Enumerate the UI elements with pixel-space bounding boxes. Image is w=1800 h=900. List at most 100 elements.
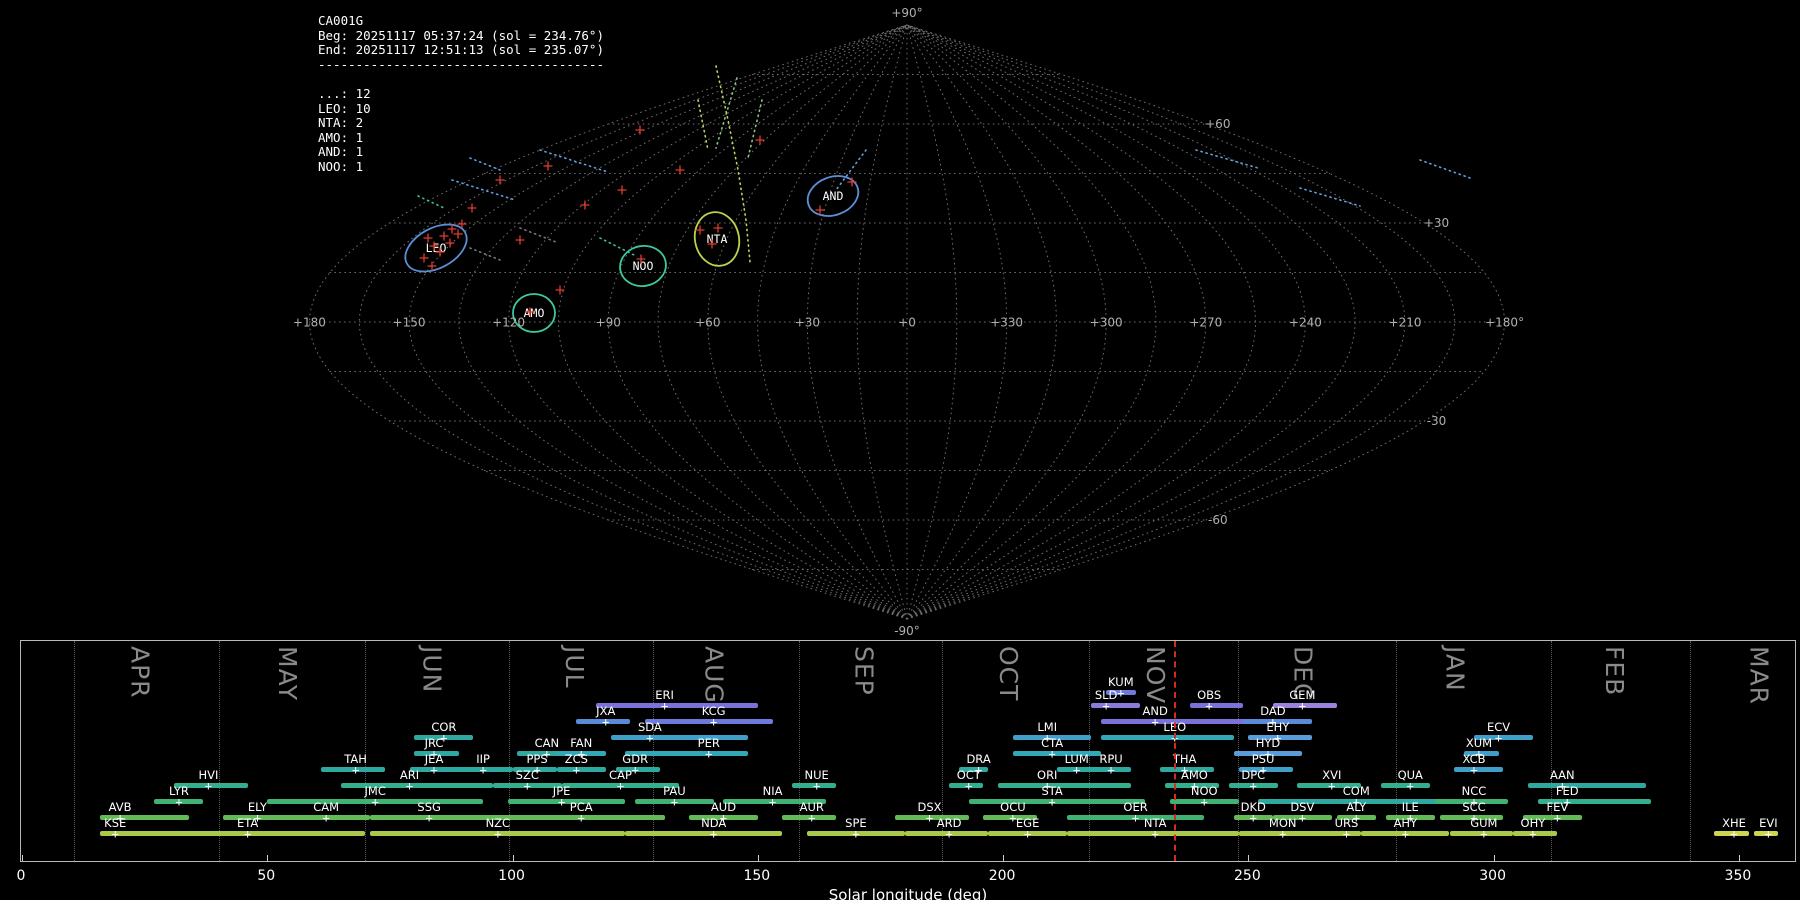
dec-axis-label: -30 bbox=[1427, 414, 1447, 428]
shower-code-label: FAN bbox=[570, 736, 593, 750]
shower-code-label: OBS bbox=[1197, 688, 1222, 702]
month-label: AUG bbox=[699, 646, 729, 704]
meteor-trail bbox=[451, 179, 516, 201]
shower-code-label: ILE bbox=[1401, 800, 1419, 814]
shower-code-label: JEA bbox=[424, 752, 444, 766]
shower-bar-NDA bbox=[625, 831, 783, 836]
x-axis-tick bbox=[757, 855, 759, 861]
month-gridline bbox=[798, 641, 800, 861]
shower-code-label: OCT bbox=[956, 768, 981, 782]
x-axis-title: Solar longitude (deg) bbox=[828, 886, 988, 900]
shower-code-label: OHY bbox=[1520, 816, 1546, 830]
shower-code-label: HYD bbox=[1255, 736, 1281, 750]
shower-code-label: AVB bbox=[108, 800, 132, 814]
meteor-trail bbox=[417, 195, 445, 209]
shower-code-label: AAN bbox=[1549, 768, 1575, 782]
x-axis-tick-label: 300 bbox=[1479, 868, 1507, 884]
month-gridline bbox=[1550, 641, 1552, 861]
shower-code-label: SDA bbox=[637, 720, 662, 734]
meteor-trail bbox=[519, 227, 557, 243]
shower-code-label: ORI bbox=[1037, 768, 1058, 782]
shower-code-label: ZCS bbox=[564, 752, 588, 766]
ra-axis-label: +180° bbox=[1485, 316, 1524, 330]
meteor-trail bbox=[469, 247, 501, 261]
shower-code-label: KSE bbox=[104, 816, 127, 830]
shower-code-label: THA bbox=[1172, 752, 1197, 766]
shower-code-label: XUM bbox=[1465, 736, 1493, 750]
shower-bar-STA bbox=[968, 799, 1146, 804]
shower-code-label: OER bbox=[1123, 800, 1148, 814]
x-axis-tick-label: 0 bbox=[16, 868, 26, 884]
shower-code-label: COR bbox=[431, 720, 457, 734]
shower-bar-CAM bbox=[291, 815, 371, 820]
shower-bar-URS bbox=[1321, 831, 1362, 836]
shower-code-label: OCU bbox=[1000, 800, 1026, 814]
month-gridline bbox=[1690, 641, 1692, 861]
month-label: FEB bbox=[1599, 646, 1629, 697]
meteor-trail bbox=[835, 149, 867, 191]
shower-code-label: AMO bbox=[1180, 768, 1208, 782]
shower-code-label: RPU bbox=[1099, 752, 1123, 766]
x-axis-tick-label: 50 bbox=[257, 868, 276, 884]
shower-code-label: AHY bbox=[1393, 816, 1418, 830]
shower-code-label: DKD bbox=[1240, 800, 1266, 814]
x-axis-tick bbox=[267, 855, 269, 861]
x-axis-tick bbox=[1248, 855, 1250, 861]
shower-code-label: IIP bbox=[476, 752, 490, 766]
radiant-sky-map: LEOAMONOONTAAND+180 +150 +120 +90 +60 +30 +0 +3… bbox=[293, 6, 1524, 638]
month-label: MAR bbox=[1744, 646, 1774, 706]
shower-code-label: MON bbox=[1268, 816, 1297, 830]
current-sol-line bbox=[1174, 641, 1177, 861]
shower-code-label: DSX bbox=[917, 800, 942, 814]
shower-code-label: PSU bbox=[1251, 752, 1275, 766]
shower-code-label: AUR bbox=[799, 800, 824, 814]
shower-code-label: LUM bbox=[1064, 752, 1089, 766]
x-axis-tick bbox=[1493, 855, 1495, 861]
meteor-trail bbox=[1299, 187, 1361, 207]
shower-code-label: XCB bbox=[1462, 752, 1486, 766]
x-axis-tick bbox=[1738, 855, 1740, 861]
shower-code-label: PPS bbox=[526, 752, 548, 766]
shower-bar-LEO bbox=[1101, 735, 1234, 740]
shower-code-label: XHE bbox=[1722, 816, 1746, 830]
shower-code-label: NDA bbox=[701, 816, 727, 830]
x-axis-tick bbox=[512, 855, 514, 861]
ra-axis-label: +30 bbox=[795, 316, 820, 330]
shower-code-label: ETA bbox=[237, 816, 259, 830]
shower-code-label: SZC bbox=[515, 768, 539, 782]
radiant-label-NOO: NOO bbox=[633, 259, 654, 273]
shower-code-label: XVI bbox=[1322, 768, 1342, 782]
shower-code-label: JRC bbox=[424, 736, 444, 750]
ra-axis-label: +60 bbox=[695, 316, 720, 330]
shower-code-label: KCG bbox=[701, 704, 726, 718]
shower-code-label: EVI bbox=[1759, 816, 1778, 830]
shower-code-label: STA bbox=[1041, 784, 1063, 798]
ra-axis-label: +90 bbox=[596, 316, 621, 330]
shower-code-label: NIA bbox=[762, 784, 783, 798]
shower-bar-KCG bbox=[644, 719, 773, 724]
shower-code-label: GEM bbox=[1289, 688, 1316, 702]
ra-axis-label: +150 bbox=[393, 316, 426, 330]
radiant-label-AMO: AMO bbox=[524, 306, 545, 320]
shower-bar-XCB bbox=[1454, 767, 1504, 772]
shower-code-label: COM bbox=[1342, 784, 1370, 798]
x-axis-tick-label: 150 bbox=[743, 868, 771, 884]
dec-axis-label: +90° bbox=[891, 6, 922, 20]
shower-bar-SDA bbox=[610, 735, 748, 740]
shower-code-label: JXA bbox=[596, 704, 616, 718]
shower-code-label: ARD bbox=[936, 816, 962, 830]
radiant-label-AND: AND bbox=[823, 189, 844, 203]
meteor-trail bbox=[1419, 159, 1471, 179]
shower-code-label: ELY bbox=[247, 800, 268, 814]
shower-code-label: SLD bbox=[1094, 688, 1118, 702]
shower-code-label: GDR bbox=[622, 752, 649, 766]
month-label: APR bbox=[125, 646, 155, 699]
shower-code-label: AUD bbox=[710, 800, 737, 814]
shower-bar-AAN bbox=[1527, 783, 1646, 788]
shower-code-label: EHY bbox=[1266, 720, 1290, 734]
dec-axis-label: +60 bbox=[1205, 117, 1230, 131]
shower-bar-SLD bbox=[1091, 703, 1141, 708]
shower-code-label: DAD bbox=[1260, 704, 1286, 718]
shower-activity-timeline: APR MAY JUN JUL AUG SEP OCT NOV DEC JAN FEB MAR + KUM… bbox=[20, 640, 1796, 862]
shower-code-label: SSG bbox=[417, 800, 441, 814]
